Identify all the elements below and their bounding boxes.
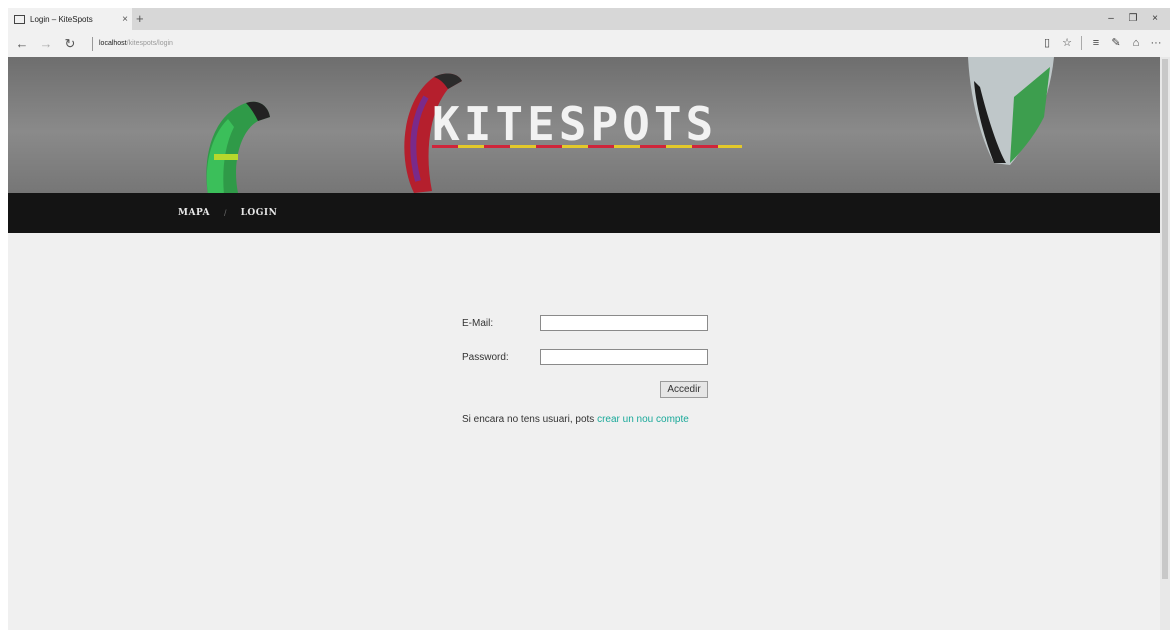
back-icon[interactable]: ←	[12, 34, 32, 54]
password-label: Password:	[462, 351, 509, 363]
accedir-button[interactable]: Accedir	[660, 381, 708, 398]
browser-window: Login – KiteSpots × + – ❐ × ← → ↻ localh…	[8, 8, 1170, 630]
address-bar: ← → ↻ localhost/kitespots/login ▯ ☆ ≡ ✎ …	[8, 30, 1170, 57]
url-path: /kitespots/login	[126, 40, 173, 47]
kite-image-right	[968, 57, 1054, 165]
more-icon[interactable]: ···	[1146, 34, 1166, 52]
forward-icon[interactable]: →	[36, 34, 56, 54]
hub-icon[interactable]: ≡	[1086, 34, 1106, 52]
signup-link[interactable]: crear un nou compte	[597, 414, 689, 425]
refresh-icon[interactable]: ↻	[60, 34, 80, 54]
kite-image-left	[206, 101, 270, 193]
tab-strip: Login – KiteSpots × + – ❐ ×	[8, 8, 1170, 30]
new-tab-icon[interactable]: +	[136, 11, 144, 26]
email-row: E-Mail:	[462, 315, 708, 331]
share-icon[interactable]: ⌂	[1126, 34, 1146, 52]
reading-view-icon[interactable]: ▯	[1037, 34, 1057, 52]
signup-text: Si encara no tens usuari, pots	[462, 414, 598, 425]
url-separator	[92, 36, 93, 51]
tab-active[interactable]: Login – KiteSpots ×	[8, 8, 132, 30]
logo-underline-stripe	[432, 145, 742, 148]
tab-close-icon[interactable]: ×	[122, 14, 128, 25]
page-scrollbar[interactable]	[1160, 57, 1170, 630]
window-controls: – ❐ ×	[1100, 10, 1166, 28]
restore-icon[interactable]: ❐	[1122, 10, 1144, 28]
url-field[interactable]: localhost/kitespots/login	[99, 40, 173, 47]
close-icon[interactable]: ×	[1144, 10, 1166, 28]
password-field[interactable]	[540, 349, 708, 365]
email-field[interactable]	[540, 315, 708, 331]
nav-divider: /	[224, 208, 227, 218]
scrollbar-thumb[interactable]	[1162, 59, 1168, 579]
page-icon	[14, 14, 25, 24]
minimize-icon[interactable]: –	[1100, 10, 1122, 28]
email-label: E-Mail:	[462, 317, 494, 329]
toolbar-divider	[1081, 36, 1082, 50]
nav-link-mapa[interactable]: MAPA	[178, 208, 210, 218]
page-content: KITESPOTS MAPA / LOGIN E-Mail: Password:…	[8, 57, 1160, 630]
site-navbar: MAPA / LOGIN	[8, 193, 1160, 233]
password-row: Password:	[462, 349, 708, 365]
tab-title: Login – KiteSpots	[30, 14, 93, 24]
nav-link-login[interactable]: LOGIN	[241, 208, 278, 218]
site-logo: KITESPOTS	[432, 97, 718, 151]
favorite-star-icon[interactable]: ☆	[1057, 34, 1077, 52]
header-banner: KITESPOTS	[8, 57, 1160, 193]
signup-message: Si encara no tens usuari, pots crear un …	[462, 414, 689, 425]
web-note-icon[interactable]: ✎	[1106, 34, 1126, 52]
url-host: localhost	[99, 40, 127, 47]
browser-toolbar: ▯ ☆ ≡ ✎ ⌂ ···	[1037, 34, 1166, 52]
